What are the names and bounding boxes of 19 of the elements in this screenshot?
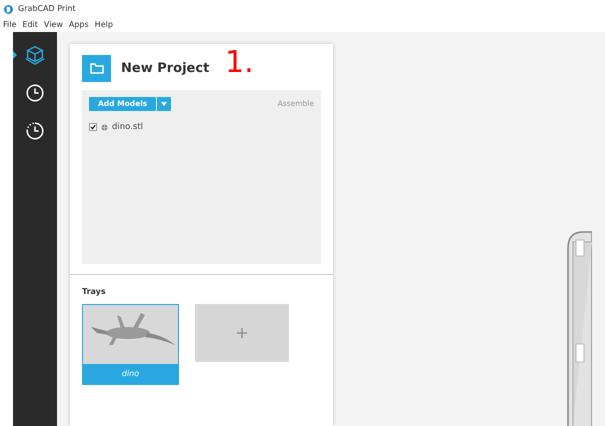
folder-icon[interactable] — [82, 55, 111, 82]
caret-icon — [161, 102, 168, 106]
globe-icon — [101, 124, 108, 131]
menu-item[interactable]: File — [3, 19, 16, 31]
checkbox[interactable] — [89, 123, 97, 132]
clock-icon — [24, 82, 46, 104]
menu-item[interactable]: Apps — [68, 19, 89, 31]
menu-item[interactable]: View — [44, 19, 63, 31]
project-title: New Project — [121, 60, 210, 78]
model-name[interactable]: dino.stl — [112, 121, 144, 134]
window-title: GrabCAD Print — [18, 3, 76, 15]
menu-item[interactable]: Edit — [22, 19, 38, 31]
app-logo-icon — [4, 4, 13, 14]
menu-item[interactable]: Help — [94, 19, 113, 31]
dropdown-button[interactable] — [157, 97, 172, 111]
annotation-label: 1. — [225, 48, 254, 78]
trays-heading: Trays — [81, 286, 107, 298]
cube-icon — [24, 44, 46, 66]
history-icon — [24, 120, 46, 142]
